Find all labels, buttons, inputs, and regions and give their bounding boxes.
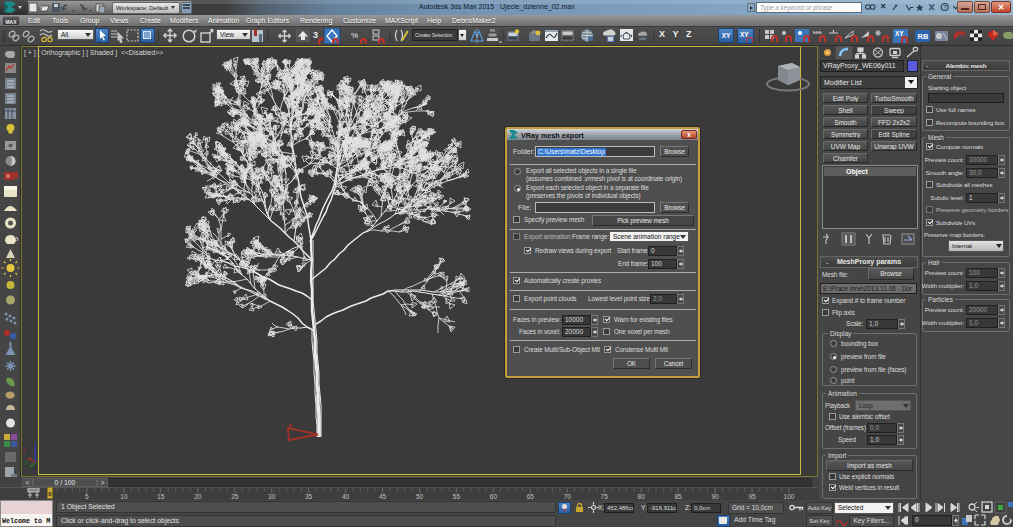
svg-text:95: 95: [748, 493, 756, 500]
svg-text:85: 85: [674, 493, 682, 500]
svg-text:80: 80: [638, 493, 646, 500]
svg-text:75: 75: [601, 493, 609, 500]
svg-text:5: 5: [85, 493, 89, 500]
svg-text:30: 30: [268, 493, 276, 500]
svg-text:35: 35: [305, 493, 313, 500]
svg-text:20: 20: [194, 493, 202, 500]
svg-text:60: 60: [490, 493, 498, 500]
svg-text:90: 90: [711, 493, 719, 500]
svg-text:15: 15: [157, 493, 165, 500]
svg-text:25: 25: [231, 493, 239, 500]
svg-text:50: 50: [416, 493, 424, 500]
svg-text:65: 65: [527, 493, 535, 500]
svg-text:40: 40: [342, 493, 350, 500]
svg-text:55: 55: [453, 493, 461, 500]
svg-text:45: 45: [379, 493, 387, 500]
svg-text:100: 100: [784, 493, 795, 500]
svg-text:10: 10: [120, 493, 128, 500]
svg-text:70: 70: [564, 493, 572, 500]
